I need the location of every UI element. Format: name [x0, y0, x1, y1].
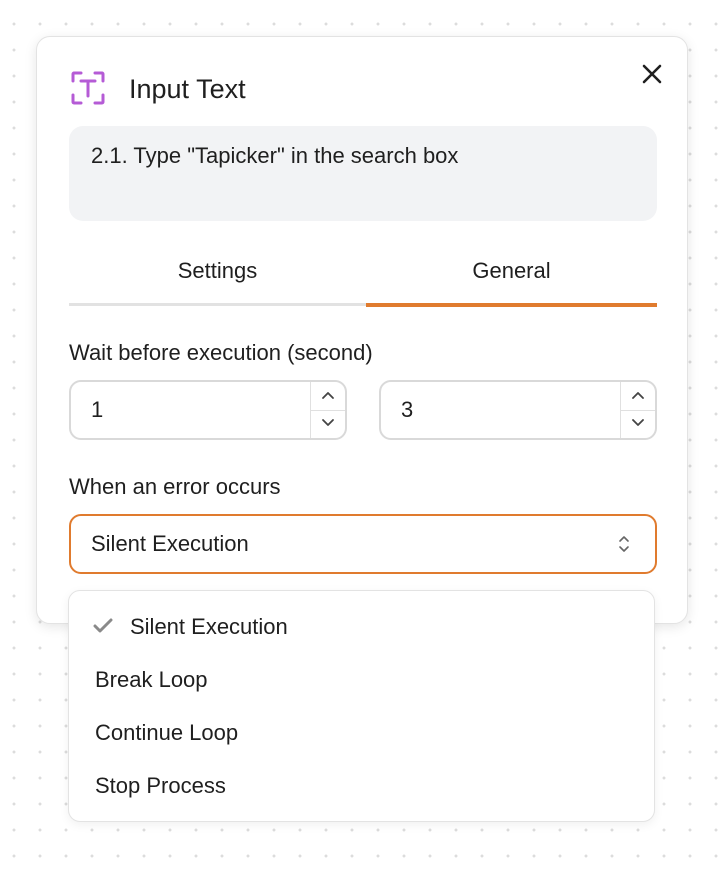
chevron-down-icon: [322, 419, 334, 426]
wait-min-value[interactable]: 1: [91, 382, 103, 438]
chevron-up-icon: [632, 392, 644, 399]
option-label: Stop Process: [95, 773, 226, 798]
error-label: When an error occurs: [69, 474, 281, 499]
option-label: Break Loop: [95, 667, 208, 692]
wait-max-input[interactable]: 3: [379, 380, 657, 440]
wait-min-decrement[interactable]: [311, 410, 345, 438]
wait-min-input[interactable]: 1: [69, 380, 347, 440]
input-text-settings-panel: Input Text 2.1. Type "Tapicker" in the s…: [36, 36, 688, 624]
close-icon[interactable]: [637, 59, 667, 89]
option-stop-process[interactable]: Stop Process: [69, 760, 654, 812]
chevron-up-icon: [322, 392, 334, 399]
option-label: Silent Execution: [130, 614, 288, 639]
wait-label: Wait before execution (second): [69, 340, 373, 365]
tab-general[interactable]: General: [366, 251, 657, 307]
text-cursor-icon: [71, 71, 105, 105]
option-continue-loop[interactable]: Continue Loop: [69, 707, 654, 759]
error-options-dropdown: Silent Execution Break Loop Continue Loo…: [68, 590, 655, 822]
checkmark-icon: [93, 618, 113, 633]
tab-settings[interactable]: Settings: [69, 251, 366, 306]
step-description[interactable]: 2.1. Type "Tapicker" in the search box: [69, 126, 657, 221]
option-break-loop[interactable]: Break Loop: [69, 654, 654, 706]
option-silent-execution[interactable]: Silent Execution: [69, 601, 654, 653]
wait-max-value[interactable]: 3: [401, 382, 413, 438]
panel-title: Input Text: [129, 74, 246, 104]
wait-min-increment[interactable]: [311, 382, 345, 411]
option-label: Continue Loop: [95, 720, 239, 745]
wait-min-stepper: [310, 382, 345, 438]
error-select-value: Silent Execution: [91, 531, 249, 556]
wait-max-increment[interactable]: [621, 382, 655, 411]
chevron-down-icon: [632, 419, 644, 426]
error-select[interactable]: Silent Execution: [69, 514, 657, 574]
wait-max-decrement[interactable]: [621, 410, 655, 438]
chevron-updown-icon: [619, 536, 629, 552]
wait-max-stepper: [620, 382, 655, 438]
tab-bar: Settings General: [69, 251, 657, 307]
